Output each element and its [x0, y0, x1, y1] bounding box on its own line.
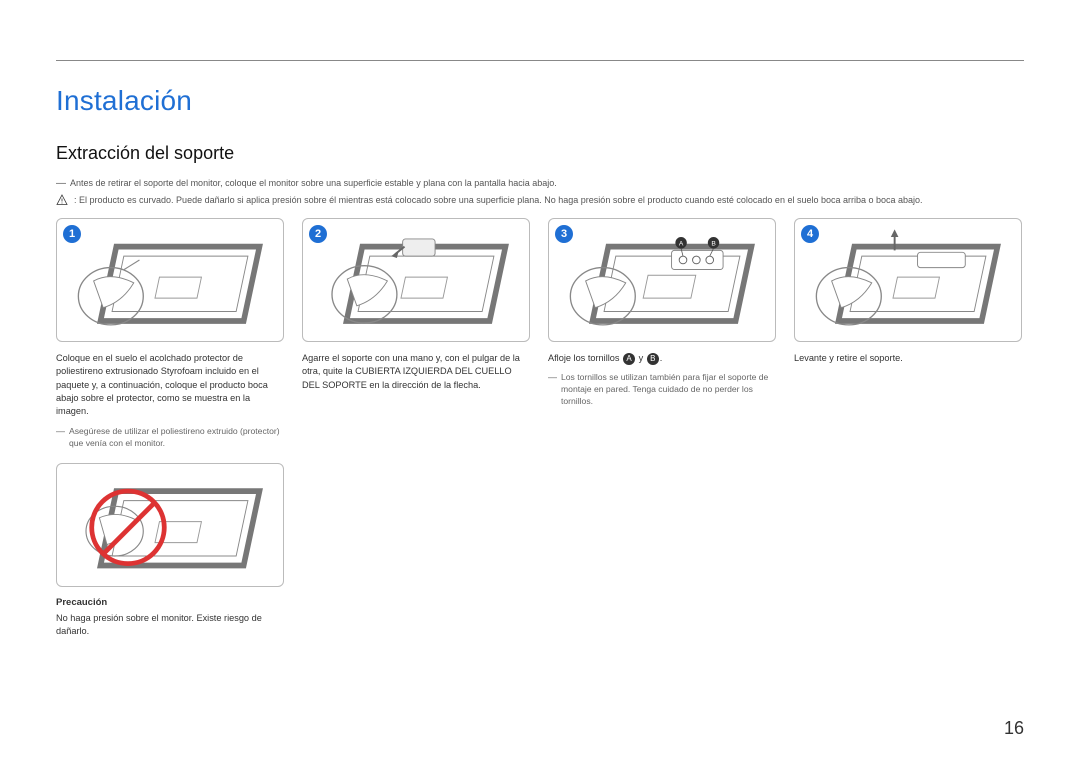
step-2: 2 Agarre el soporte con una mano y, con … [302, 218, 530, 638]
step-3-note-text: Los tornillos se utilizan también para f… [561, 371, 776, 407]
step-1-note: ― Asegúrese de utilizar el poliestireno … [56, 425, 284, 449]
loosen-screws-illustration: A B [557, 227, 767, 333]
step-1-figure: 1 [56, 218, 284, 342]
warning-line: : El producto es curvado. Puede dañarlo … [56, 194, 1024, 206]
step-1: 1 Coloque en el suelo el acolchado prote… [56, 218, 284, 638]
step-badge: 3 [555, 225, 573, 243]
warning-triangle-icon [56, 194, 68, 206]
lift-stand-illustration [803, 227, 1013, 333]
caution-title: Precaución [56, 597, 284, 608]
step-1-note-text: Asegúrese de utilizar el poliestireno ex… [69, 425, 284, 449]
step-badge: 2 [309, 225, 327, 243]
footnote-dash-icon: ― [548, 371, 557, 407]
step-4-description: Levante y retire el soporte. [794, 352, 1022, 365]
steps-row: 1 Coloque en el suelo el acolchado prote… [56, 218, 1024, 638]
remove-neck-cover-illustration [311, 227, 521, 333]
step-3-note: ― Los tornillos se utilizan también para… [548, 371, 776, 407]
step-badge: 4 [801, 225, 819, 243]
section-heading: Extracción del soporte [56, 143, 1024, 164]
step-3: 3 A B [548, 218, 776, 638]
step-4: 4 Levante y retire el soporte. [794, 218, 1022, 638]
screw-a-badge: A [623, 353, 635, 365]
page-title: Instalación [56, 85, 1024, 117]
step-4-figure: 4 [794, 218, 1022, 342]
footnote-dash-icon: ― [56, 178, 66, 190]
step-1-description: Coloque en el suelo el acolchado protect… [56, 352, 284, 419]
step-1-caution-figure [56, 463, 284, 587]
screw-b-badge: B [647, 353, 659, 365]
monitor-on-foam-illustration [65, 227, 275, 333]
svg-text:A: A [679, 241, 684, 248]
page-number: 16 [1004, 718, 1024, 739]
svg-text:B: B [711, 241, 716, 248]
step-badge: 1 [63, 225, 81, 243]
footnote-dash-icon: ― [56, 425, 65, 449]
intro-note-text: Antes de retirar el soporte del monitor,… [70, 178, 557, 188]
intro-note: ― Antes de retirar el soporte del monito… [56, 178, 1024, 190]
step-2-figure: 2 [302, 218, 530, 342]
step-3-description: Afloje los tornillos A y B. [548, 352, 776, 365]
step-3-figure: 3 A B [548, 218, 776, 342]
step-2-description: Agarre el soporte con una mano y, con el… [302, 352, 530, 392]
warning-text: : El producto es curvado. Puede dañarlo … [74, 195, 923, 205]
caution-body: No haga presión sobre el monitor. Existe… [56, 612, 284, 639]
do-not-press-illustration [65, 472, 275, 577]
